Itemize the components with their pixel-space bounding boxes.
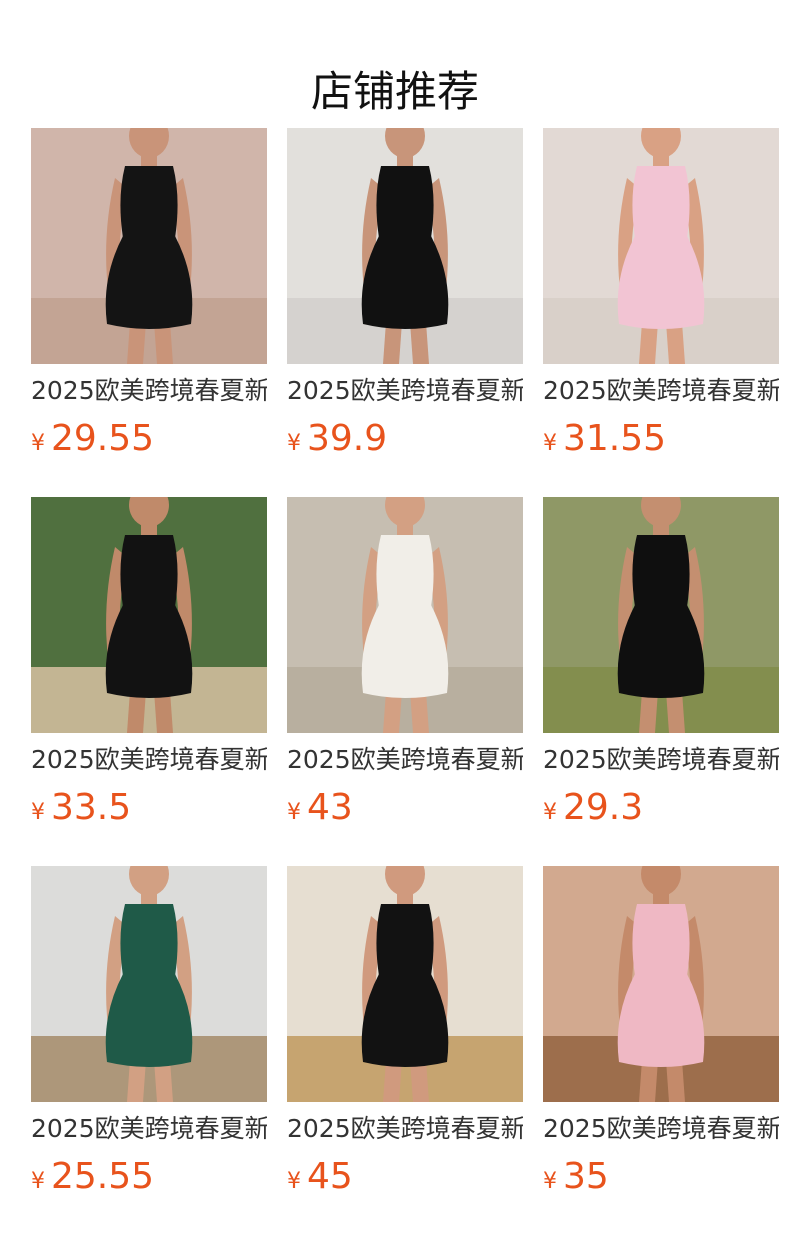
dress-photo-icon: [287, 497, 523, 733]
dress-photo-icon: [287, 128, 523, 364]
product-name[interactable]: 2025欧美跨境春夏新: [31, 376, 267, 406]
price-value: 33.5: [51, 787, 132, 828]
product-image[interactable]: [543, 497, 779, 733]
product-image[interactable]: [287, 497, 523, 733]
product-card[interactable]: 2025欧美跨境春夏新 ¥31.55: [543, 128, 779, 497]
currency-symbol: ¥: [287, 800, 301, 825]
product-name[interactable]: 2025欧美跨境春夏新: [287, 1114, 523, 1144]
product-price: ¥33.5: [31, 788, 267, 828]
page-title: 店铺推荐: [310, 67, 479, 117]
product-image[interactable]: [543, 128, 779, 364]
product-price: ¥45: [287, 1157, 523, 1197]
currency-symbol: ¥: [287, 1169, 301, 1194]
product-price: ¥31.55: [543, 419, 779, 459]
product-card[interactable]: 2025欧美跨境春夏新 ¥29.3: [543, 497, 779, 866]
product-image[interactable]: [287, 128, 523, 364]
product-name[interactable]: 2025欧美跨境春夏新: [543, 745, 779, 775]
product-name[interactable]: 2025欧美跨境春夏新: [31, 1114, 267, 1144]
product-name[interactable]: 2025欧美跨境春夏新: [287, 745, 523, 775]
product-name[interactable]: 2025欧美跨境春夏新: [543, 1114, 779, 1144]
product-image[interactable]: [31, 866, 267, 1102]
product-grid: 2025欧美跨境春夏新 ¥29.55 2025欧美跨境春夏新 ¥39.9 2025欧美跨…: [31, 128, 779, 1235]
price-value: 45: [307, 1156, 353, 1197]
dress-photo-icon: [31, 497, 267, 733]
product-name[interactable]: 2025欧美跨境春夏新: [31, 745, 267, 775]
product-image[interactable]: [287, 866, 523, 1102]
currency-symbol: ¥: [31, 800, 45, 825]
price-value: 29.55: [51, 418, 155, 459]
product-card[interactable]: 2025欧美跨境春夏新 ¥25.55: [31, 866, 267, 1235]
product-price: ¥39.9: [287, 419, 523, 459]
product-card[interactable]: 2025欧美跨境春夏新 ¥29.55: [31, 128, 267, 497]
product-price: ¥25.55: [31, 1157, 267, 1197]
product-card[interactable]: 2025欧美跨境春夏新 ¥45: [287, 866, 523, 1235]
price-value: 43: [307, 787, 353, 828]
currency-symbol: ¥: [31, 431, 45, 456]
currency-symbol: ¥: [543, 800, 557, 825]
currency-symbol: ¥: [543, 431, 557, 456]
dress-photo-icon: [31, 128, 267, 364]
dress-photo-icon: [543, 497, 779, 733]
product-price: ¥29.3: [543, 788, 779, 828]
price-value: 35: [563, 1156, 609, 1197]
price-value: 29.3: [563, 787, 644, 828]
price-value: 31.55: [563, 418, 667, 459]
dress-photo-icon: [287, 866, 523, 1102]
product-card[interactable]: 2025欧美跨境春夏新 ¥35: [543, 866, 779, 1235]
product-price: ¥35: [543, 1157, 779, 1197]
product-price: ¥29.55: [31, 419, 267, 459]
dress-photo-icon: [543, 866, 779, 1102]
price-value: 25.55: [51, 1156, 155, 1197]
product-card[interactable]: 2025欧美跨境春夏新 ¥39.9: [287, 128, 523, 497]
product-image[interactable]: [31, 497, 267, 733]
currency-symbol: ¥: [31, 1169, 45, 1194]
dress-photo-icon: [543, 128, 779, 364]
dress-photo-icon: [31, 866, 267, 1102]
product-image[interactable]: [31, 128, 267, 364]
price-value: 39.9: [307, 418, 388, 459]
product-price: ¥43: [287, 788, 523, 828]
product-name[interactable]: 2025欧美跨境春夏新: [543, 376, 779, 406]
product-card[interactable]: 2025欧美跨境春夏新 ¥33.5: [31, 497, 267, 866]
product-card[interactable]: 2025欧美跨境春夏新 ¥43: [287, 497, 523, 866]
product-name[interactable]: 2025欧美跨境春夏新: [287, 376, 523, 406]
currency-symbol: ¥: [287, 431, 301, 456]
product-image[interactable]: [543, 866, 779, 1102]
currency-symbol: ¥: [543, 1169, 557, 1194]
